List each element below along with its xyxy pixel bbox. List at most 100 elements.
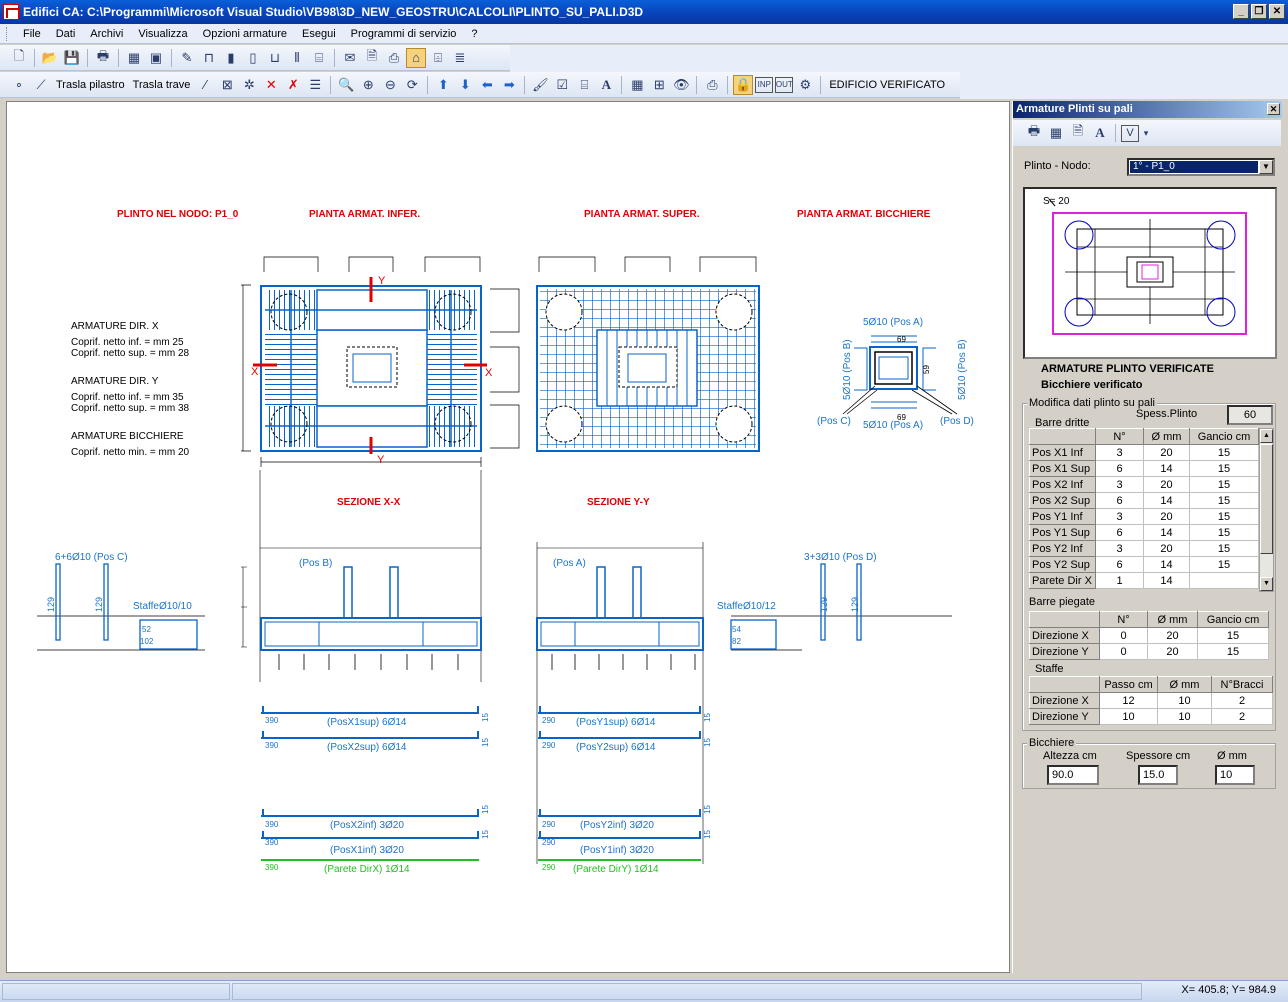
table-cell[interactable]: 14 <box>1143 524 1190 541</box>
out-button[interactable]: OUT <box>775 76 794 93</box>
table-cell[interactable]: 15 <box>1189 540 1259 557</box>
frame-icon[interactable]: ⊠ <box>217 75 237 95</box>
pencil-icon[interactable]: ✎ <box>177 48 197 68</box>
table-cell[interactable]: 15 <box>1197 627 1269 644</box>
beam-icon[interactable]: ⊓ <box>199 48 219 68</box>
menu-programmi-servizio[interactable]: Programmi di servizio <box>344 28 465 40</box>
table-row[interactable]: Direzione X 0 20 15 <box>1029 627 1269 644</box>
arrow-right-icon[interactable]: ➡ <box>499 75 519 95</box>
table-cell[interactable]: 6 <box>1095 492 1144 509</box>
export-dxf-icon[interactable]: ▦ <box>1046 123 1066 143</box>
table-cell[interactable]: 20 <box>1143 540 1190 557</box>
table-cell[interactable]: 10 <box>1157 708 1212 725</box>
panel-close-button[interactable]: ✕ <box>1267 103 1280 115</box>
delete-x2-icon[interactable]: ✗ <box>283 75 303 95</box>
table-cell[interactable]: 15 <box>1189 460 1259 477</box>
print-preview-icon[interactable]: ⎙ <box>702 75 722 95</box>
scroll-thumb[interactable] <box>1260 444 1273 554</box>
table-row[interactable]: Direzione X 12 10 2 <box>1029 692 1273 709</box>
inp-button[interactable]: INP <box>755 76 774 93</box>
barre-dritte-table[interactable]: N° Ø mm Gancio cm Pos X1 Inf 3 20 15 Pos X1… <box>1029 428 1259 589</box>
table-cell[interactable]: 3 <box>1095 444 1144 461</box>
arrow-down-icon[interactable]: ⬇ <box>455 75 475 95</box>
image-icon[interactable]: ▣ <box>146 48 166 68</box>
gallery-icon[interactable]: ⌹ <box>428 48 448 68</box>
table-cell[interactable]: 15 <box>1189 476 1259 493</box>
print-icon[interactable]: 🖶 <box>1024 123 1044 143</box>
table-cell[interactable]: 15 <box>1189 492 1259 509</box>
table-cell[interactable]: 2 <box>1211 692 1273 709</box>
zoom-in-icon[interactable]: ⊕ <box>358 75 378 95</box>
menu-file[interactable]: File <box>16 28 49 40</box>
menu-opzioni-armature[interactable]: Opzioni armature <box>196 28 295 40</box>
print-icon[interactable]: 🖶 <box>93 48 113 68</box>
document-icon[interactable]: 🗎 <box>1068 123 1088 143</box>
printer2-icon[interactable]: ⎙ <box>384 48 404 68</box>
diametro-input[interactable]: 10 <box>1215 765 1255 785</box>
table-cell[interactable]: 20 <box>1147 643 1198 660</box>
drawing-canvas[interactable]: PLINTO NEL NODO: P1_0 PIANTA ARMAT. INFE… <box>6 101 1010 973</box>
grid-icon[interactable]: ▦ <box>627 75 647 95</box>
table-cell[interactable]: 15 <box>1189 508 1259 525</box>
building-icon[interactable]: ⌸ <box>574 75 594 95</box>
arrow-up-icon[interactable]: ⬆ <box>433 75 453 95</box>
table-cell[interactable]: 0 <box>1099 643 1148 660</box>
wall-icon[interactable]: ▯ <box>243 48 263 68</box>
table-row[interactable]: Pos X2 Sup 6 14 15 <box>1029 492 1259 509</box>
chevron-down-icon[interactable]: ▾ <box>1141 123 1151 143</box>
table-row[interactable]: Parete Dir X 1 14 <box>1029 572 1259 589</box>
table-row[interactable]: Pos X1 Inf 3 20 15 <box>1029 444 1259 461</box>
foundation-icon[interactable]: ⊔ <box>265 48 285 68</box>
table-cell[interactable]: 6 <box>1095 460 1144 477</box>
minimize-button[interactable]: _ <box>1233 4 1249 19</box>
zoom-out-icon[interactable]: ⊖ <box>380 75 400 95</box>
layers-icon[interactable]: ≣ <box>450 48 470 68</box>
delete-x-icon[interactable]: ✕ <box>261 75 281 95</box>
table-cell[interactable]: 20 <box>1143 508 1190 525</box>
zoom-refresh-icon[interactable]: ⟳ <box>402 75 422 95</box>
restore-button[interactable]: ❐ <box>1251 4 1267 19</box>
table-cell[interactable]: 20 <box>1143 444 1190 461</box>
open-folder-icon[interactable]: 📂 <box>40 48 60 68</box>
gear-icon[interactable]: ⚙ <box>795 75 815 95</box>
plinto-icon[interactable]: ⌂ <box>406 47 426 68</box>
menu-visualizza[interactable]: Visualizza <box>131 28 195 40</box>
menu-dati[interactable]: Dati <box>49 28 84 40</box>
table-cell[interactable]: 2 <box>1211 708 1273 725</box>
staffe-table[interactable]: Passo cm Ø mm N°Bracci Direzione X 12 10 2 … <box>1029 676 1273 725</box>
table-cell[interactable]: 10 <box>1157 692 1212 709</box>
new-file-icon[interactable]: 🗋 <box>9 48 29 68</box>
table-cell[interactable]: 15 <box>1189 556 1259 573</box>
table-cell[interactable]: 20 <box>1143 476 1190 493</box>
plinto-nodo-select[interactable]: 1° - P1_0 ▼ <box>1127 158 1275 176</box>
eye-icon[interactable]: 👁 <box>671 75 691 95</box>
menu-help[interactable]: ? <box>464 28 485 40</box>
altezza-input[interactable]: 90.0 <box>1047 765 1099 785</box>
table-row[interactable]: Pos Y2 Sup 6 14 15 <box>1029 556 1259 573</box>
table-cell[interactable]: 1 <box>1095 572 1144 589</box>
table-row[interactable]: Pos X2 Inf 3 20 15 <box>1029 476 1259 493</box>
close-button[interactable]: ✕ <box>1269 4 1285 19</box>
table-cell[interactable]: 3 <box>1095 476 1144 493</box>
table-cell[interactable]: 15 <box>1189 444 1259 461</box>
stack-icon[interactable]: ☰ <box>305 75 325 95</box>
table-cell[interactable]: 3 <box>1095 508 1144 525</box>
pile-icon[interactable]: ⫴ <box>287 48 307 68</box>
table-row[interactable]: Pos Y1 Inf 3 20 15 <box>1029 508 1259 525</box>
table-cell[interactable]: 15 <box>1197 643 1269 660</box>
brush-icon[interactable]: 🖌 <box>530 75 550 95</box>
barre-dritte-scrollbar[interactable]: ▲ ▼ <box>1259 428 1274 592</box>
barre-piegate-table[interactable]: N° Ø mm Gancio cm Direzione X 0 20 15 Direz… <box>1029 611 1269 660</box>
table-cell[interactable]: 6 <box>1095 556 1144 573</box>
spessore-input[interactable]: 15.0 <box>1138 765 1178 785</box>
table-row[interactable]: Direzione Y 10 10 2 <box>1029 708 1273 725</box>
trasla-pilastro-button[interactable]: Trasla pilastro <box>52 79 129 91</box>
node-icon[interactable]: ∘ <box>9 75 29 95</box>
trasla-trave-button[interactable]: Trasla trave <box>129 79 195 91</box>
menu-archivi[interactable]: Archivi <box>83 28 131 40</box>
mail-icon[interactable]: ✉ <box>340 48 360 68</box>
table-cell[interactable]: 15 <box>1189 524 1259 541</box>
table-row[interactable]: Pos Y1 Sup 6 14 15 <box>1029 524 1259 541</box>
table-cell[interactable]: 14 <box>1143 460 1190 477</box>
table-cell[interactable]: 12 <box>1099 692 1158 709</box>
